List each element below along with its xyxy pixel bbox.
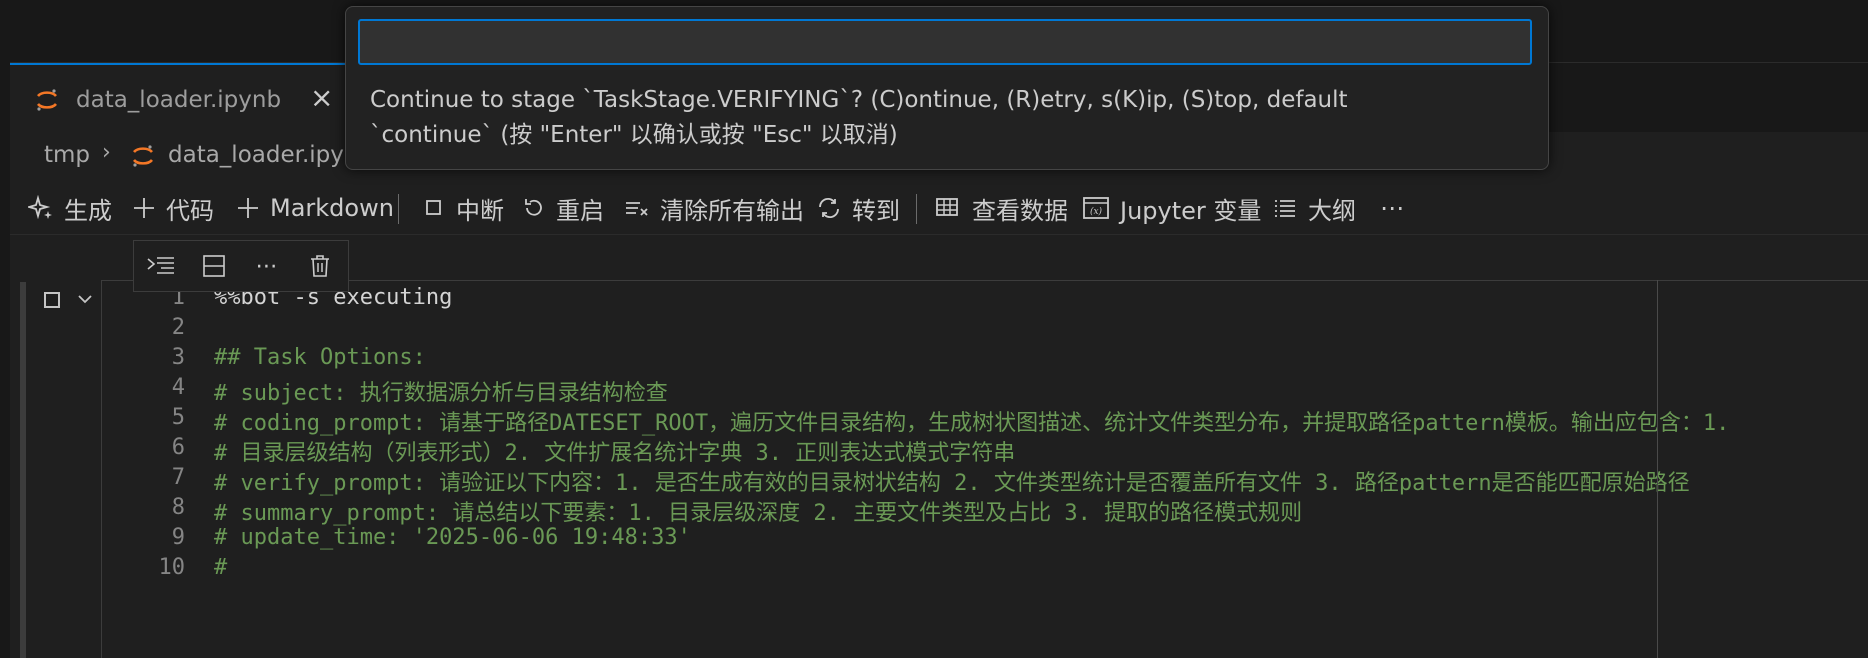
line-number: 4 (171, 375, 185, 400)
view-data-label: 查看数据 (972, 196, 1068, 225)
interrupt-button[interactable]: 中断 (422, 182, 504, 234)
jupyter-variables-label: Jupyter 变量 (1120, 196, 1262, 225)
jupyter-icon (132, 145, 154, 167)
jupyter-variables-button[interactable]: (x) Jupyter 变量 (1082, 182, 1261, 234)
ellipsis-icon: ⋯ (255, 253, 278, 279)
line-number: 9 (171, 525, 185, 550)
code-text: # update_time: '2025-06-06 19:48:33' (214, 525, 691, 550)
line-number: 6 (171, 435, 185, 460)
toolbar-divider (398, 194, 399, 224)
ruler-line (1657, 280, 1658, 658)
jupyter-icon (36, 89, 58, 111)
breadcrumb-folder[interactable]: tmp (44, 142, 90, 168)
view-data-button[interactable]: 查看数据 (934, 182, 1068, 234)
quick-input-widget: Continue to stage `TaskStage.VERIFYING`?… (345, 6, 1549, 170)
trash-icon (310, 255, 329, 277)
line-number: 5 (171, 405, 185, 430)
cell-toolbar: ⋯ (133, 240, 349, 292)
tab-data-loader[interactable]: data_loader.ipynb × (10, 63, 346, 135)
tab-label: data_loader.ipynb (76, 87, 282, 113)
code-text: ## Task Options: (214, 345, 426, 370)
outline-label: 大纲 (1308, 196, 1356, 225)
list-icon (1275, 200, 1295, 217)
svg-text:(x): (x) (1090, 206, 1103, 217)
split-icon (202, 255, 225, 277)
table-icon (936, 198, 958, 216)
toolbar-divider (916, 194, 917, 224)
line-number: 10 (158, 555, 186, 580)
restart-button[interactable]: 重启 (522, 182, 604, 234)
line-number: 3 (171, 345, 185, 370)
ellipsis-icon: ⋯ (1380, 194, 1404, 222)
message-line: Continue to stage `TaskStage.VERIFYING`?… (370, 87, 1348, 113)
cell-more-button[interactable]: ⋯ (240, 241, 293, 291)
code-cell-editor[interactable]: 1 %%bot -s executing 2 3 ## Task Options: 4 # … (101, 280, 1868, 658)
clear-outputs-button[interactable]: 清除所有输出 (624, 182, 804, 234)
cell-focus-bar (20, 282, 26, 658)
interrupt-label: 中断 (456, 196, 504, 225)
goto-button[interactable]: 转到 (816, 182, 900, 234)
code-line[interactable]: 10 # (102, 549, 1868, 585)
cell-select-checkbox[interactable] (44, 292, 60, 308)
chevron-right-icon: › (102, 140, 111, 165)
quick-input-field[interactable] (358, 19, 1532, 65)
code-text: # (214, 555, 228, 580)
stop-icon (426, 200, 441, 215)
close-icon[interactable]: × (310, 81, 333, 114)
chevron-down-icon[interactable] (76, 290, 94, 308)
outline-button[interactable]: 大纲 (1272, 182, 1356, 234)
markdown-label: Markdown (270, 194, 394, 222)
notebook-toolbar: 生成 代码 Markdown 中断 重启 清除所有输出 转到 查看数据 (x) … (10, 182, 1868, 235)
variable-icon: (x) (1083, 197, 1109, 219)
generate-label: 生成 (64, 196, 112, 225)
restart-label: 重启 (556, 196, 604, 225)
clear-all-icon (626, 202, 648, 216)
line-number: 7 (171, 465, 185, 490)
sparkle-icon (28, 195, 52, 220)
quick-input-message: Continue to stage `TaskStage.VERIFYING`?… (370, 83, 1530, 153)
code-label: 代码 (166, 196, 214, 225)
delete-cell-button[interactable] (293, 241, 346, 291)
run-above-icon (146, 257, 174, 274)
sync-icon (819, 197, 839, 219)
clear-outputs-label: 清除所有输出 (660, 196, 804, 225)
more-actions-button[interactable]: ⋯ (1380, 182, 1404, 234)
vscode-window: data_loader.ipynb × tmp › data_loader.ip… (0, 0, 1868, 658)
add-code-cell-button[interactable]: 代码 (132, 182, 214, 234)
split-cell-button[interactable] (187, 241, 240, 291)
breadcrumb-file[interactable]: data_loader.ipynb (168, 142, 373, 168)
add-markdown-cell-button[interactable]: Markdown (236, 182, 394, 234)
line-number: 8 (171, 495, 185, 520)
execute-above-button[interactable] (134, 241, 187, 291)
restart-icon (525, 199, 542, 216)
line-number: 2 (171, 315, 185, 340)
generate-button[interactable]: 生成 (28, 182, 112, 234)
goto-label: 转到 (852, 196, 900, 225)
message-line: `continue` (按 "Enter" 以确认或按 "Esc" 以取消) (370, 122, 898, 148)
plus-icon (134, 198, 154, 218)
plus-icon (238, 198, 258, 218)
